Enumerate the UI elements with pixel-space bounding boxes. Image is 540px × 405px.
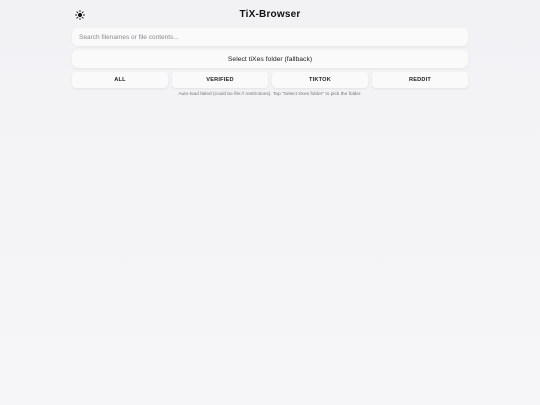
tab-all[interactable]: ALL bbox=[72, 72, 168, 88]
tab-tiktok[interactable]: TIKTOK bbox=[272, 72, 368, 88]
search-input[interactable] bbox=[72, 28, 468, 46]
header: TiX-Browser bbox=[0, 8, 540, 24]
app-title: TiX-Browser bbox=[239, 9, 301, 20]
tab-reddit[interactable]: REDDIT bbox=[372, 72, 468, 88]
app-window: TiX-Browser Select tiXes folder (fallbac… bbox=[0, 0, 540, 405]
filter-tabs: ALL VERIFIED TIKTOK REDDIT bbox=[72, 72, 468, 88]
select-folder-button[interactable]: Select tiXes folder (fallback) bbox=[72, 50, 468, 68]
status-message: Auto-load failed (could be file:// restr… bbox=[178, 92, 362, 97]
tab-verified[interactable]: VERIFIED bbox=[172, 72, 268, 88]
